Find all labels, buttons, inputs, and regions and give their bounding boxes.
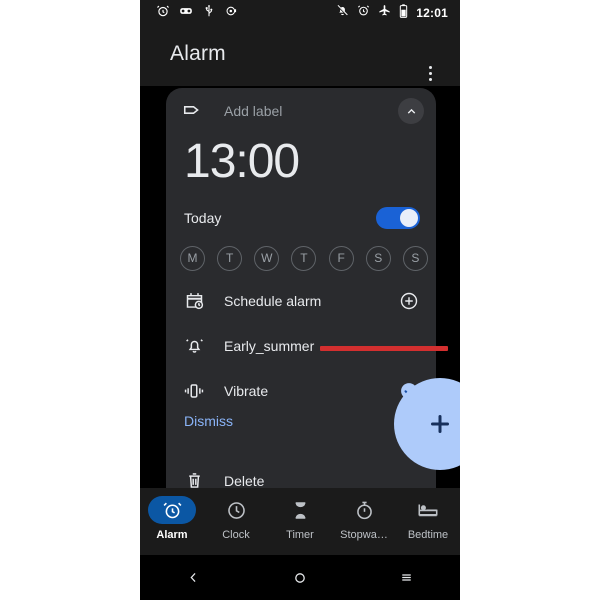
battery-icon xyxy=(399,3,408,23)
dismiss-button[interactable]: Dismiss xyxy=(184,413,233,429)
weekday-chip-thursday[interactable]: T xyxy=(291,245,317,271)
schedule-alarm-label: Schedule alarm xyxy=(224,292,322,309)
annotation-underline xyxy=(320,346,448,351)
weekday-chip-sunday[interactable]: S xyxy=(402,245,428,271)
alarm-icon xyxy=(156,4,170,23)
bell-off-icon xyxy=(336,4,349,22)
alarm-icon xyxy=(148,496,196,524)
schedule-alarm-row[interactable]: Schedule alarm xyxy=(166,278,436,323)
nav-label-bedtime: Bedtime xyxy=(407,529,449,541)
weekday-chip-monday[interactable]: M xyxy=(180,245,205,271)
app-bar: Alarm xyxy=(140,26,460,86)
stopwatch-icon xyxy=(340,496,388,524)
vibrate-icon xyxy=(182,379,206,403)
overflow-menu-icon[interactable] xyxy=(420,62,440,84)
alarm-bell-icon xyxy=(182,334,206,358)
weekday-chip-tuesday[interactable]: T xyxy=(217,245,243,271)
bed-icon xyxy=(404,496,452,524)
status-bar-right-icons: 12:01 xyxy=(336,3,448,23)
ringtone-label: Early_summer xyxy=(224,337,315,354)
weekday-chip-friday[interactable]: F xyxy=(328,245,354,271)
clock-icon xyxy=(212,496,260,524)
calendar-clock-icon xyxy=(182,289,206,313)
nav-item-alarm[interactable]: Alarm xyxy=(140,488,204,555)
weekday-chip-saturday[interactable]: S xyxy=(365,245,391,271)
page-title: Alarm xyxy=(170,42,226,65)
status-bar-clock: 12:01 xyxy=(416,6,448,20)
nav-item-timer[interactable]: Timer xyxy=(268,488,332,555)
voicemail-icon xyxy=(179,4,193,23)
nav-item-bedtime[interactable]: Bedtime xyxy=(396,488,460,555)
chevron-up-icon[interactable] xyxy=(398,98,424,124)
nav-label-stopwatch: Stopwa… xyxy=(340,529,388,541)
alarm-label-text: Add label xyxy=(224,103,283,119)
vibrate-row[interactable]: Vibrate xyxy=(166,368,436,413)
nav-label-alarm: Alarm xyxy=(156,529,188,541)
delete-row[interactable]: Delete xyxy=(166,458,436,488)
notification-dot-icon xyxy=(225,4,239,23)
alarm-time[interactable]: 13:00 xyxy=(184,134,300,190)
nav-item-clock[interactable]: Clock xyxy=(204,488,268,555)
tag-icon xyxy=(182,99,206,123)
back-icon[interactable] xyxy=(171,563,215,593)
screenshot-frame: 12:01 Alarm Add label 13:00 Today M T W … xyxy=(0,0,600,600)
vibrate-label: Vibrate xyxy=(224,382,269,399)
status-bar-left-icons xyxy=(156,4,239,23)
nav-label-timer: Timer xyxy=(286,529,314,541)
delete-label: Delete xyxy=(224,472,265,489)
phone-screen: 12:01 Alarm Add label 13:00 Today M T W … xyxy=(140,0,460,600)
usb-icon xyxy=(202,4,216,23)
alarm-repeat-row: Today xyxy=(166,200,436,236)
home-icon[interactable] xyxy=(278,563,322,593)
alarm-repeat-label: Today xyxy=(184,210,222,226)
alarm-enabled-toggle[interactable] xyxy=(376,207,420,229)
weekday-chip-wednesday[interactable]: W xyxy=(254,245,280,271)
trash-icon xyxy=(182,469,206,489)
alarm-label-row[interactable]: Add label xyxy=(166,88,436,134)
airplane-mode-icon xyxy=(378,4,391,22)
nav-item-stopwatch[interactable]: Stopwa… xyxy=(332,488,396,555)
hourglass-icon xyxy=(276,496,324,524)
recents-icon[interactable] xyxy=(385,563,429,593)
toggle-knob xyxy=(400,209,418,227)
nav-label-clock: Clock xyxy=(222,529,250,541)
weekday-selector: M T W T F S S xyxy=(180,240,428,276)
status-bar: 12:01 xyxy=(140,0,460,26)
add-schedule-icon[interactable] xyxy=(398,290,420,312)
alarm-icon xyxy=(357,4,370,22)
bottom-navigation: Alarm Clock Timer Stopwa… Bedtime xyxy=(140,488,460,555)
system-navigation-bar xyxy=(140,555,460,600)
